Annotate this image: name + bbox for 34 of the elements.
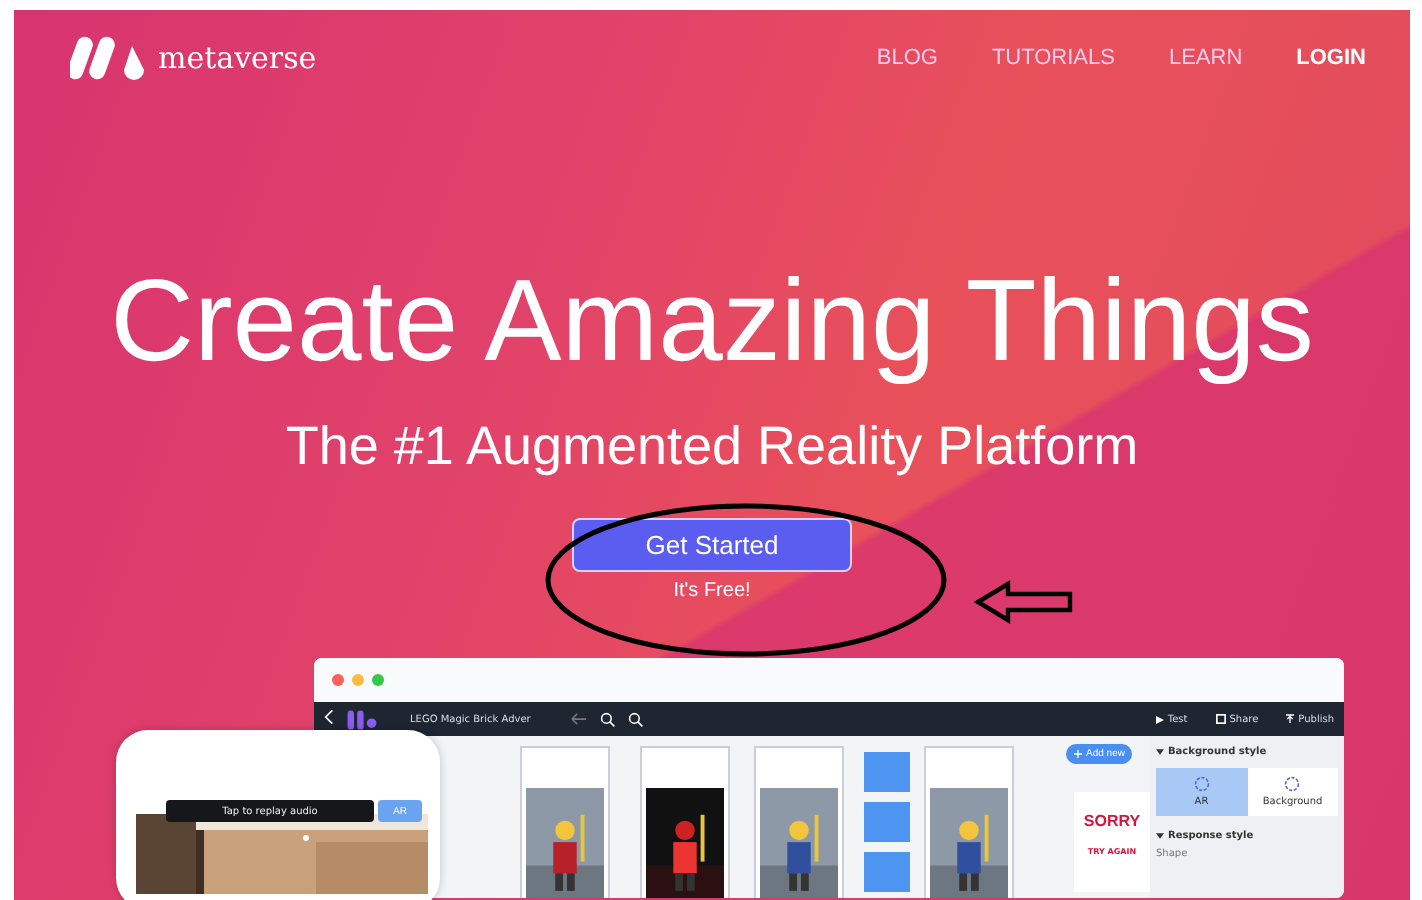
screen-card[interactable] bbox=[640, 746, 730, 898]
dotted-circle-icon bbox=[1284, 776, 1301, 792]
screen-card[interactable] bbox=[754, 746, 844, 898]
caret-icon bbox=[1156, 748, 1164, 756]
undo-icon[interactable] bbox=[570, 712, 589, 726]
screen-card[interactable] bbox=[924, 746, 1014, 898]
caret-icon bbox=[1156, 832, 1164, 840]
plus-icon bbox=[1074, 750, 1082, 758]
brand-name: metaverse bbox=[158, 40, 317, 76]
zoom-out-icon[interactable] bbox=[628, 711, 645, 727]
nav-link[interactable]: LEARN bbox=[1168, 46, 1243, 70]
minimize-dot[interactable] bbox=[352, 674, 364, 686]
nav-link[interactable]: LOGIN bbox=[1296, 46, 1366, 70]
flow-node[interactable] bbox=[864, 852, 910, 892]
nav-link[interactable]: TUTORIALS bbox=[991, 46, 1115, 70]
flow-node[interactable] bbox=[864, 752, 910, 792]
flow-node[interactable] bbox=[864, 802, 910, 842]
get-started-button[interactable]: Get Started bbox=[572, 518, 852, 572]
hero-title: Create Amazing Things bbox=[110, 260, 1314, 384]
play-icon bbox=[1155, 715, 1164, 723]
hero-subtitle: The #1 Augmented Reality Platform bbox=[285, 414, 1139, 480]
sorry-text: SORRY bbox=[1083, 812, 1141, 830]
dotted-circle-icon bbox=[1193, 776, 1210, 792]
logo-icon bbox=[346, 709, 378, 729]
back-icon[interactable] bbox=[324, 710, 334, 728]
nav-link[interactable]: BLOG bbox=[876, 46, 938, 70]
free-note: It's Free! bbox=[673, 580, 751, 602]
maximize-dot[interactable] bbox=[372, 674, 384, 686]
upload-icon bbox=[1286, 714, 1295, 724]
screen-card[interactable] bbox=[520, 746, 610, 898]
arrow-icon bbox=[974, 580, 1074, 624]
logo-icon bbox=[70, 34, 150, 82]
close-dot[interactable] bbox=[332, 674, 344, 686]
zoom-in-icon[interactable] bbox=[600, 711, 617, 727]
